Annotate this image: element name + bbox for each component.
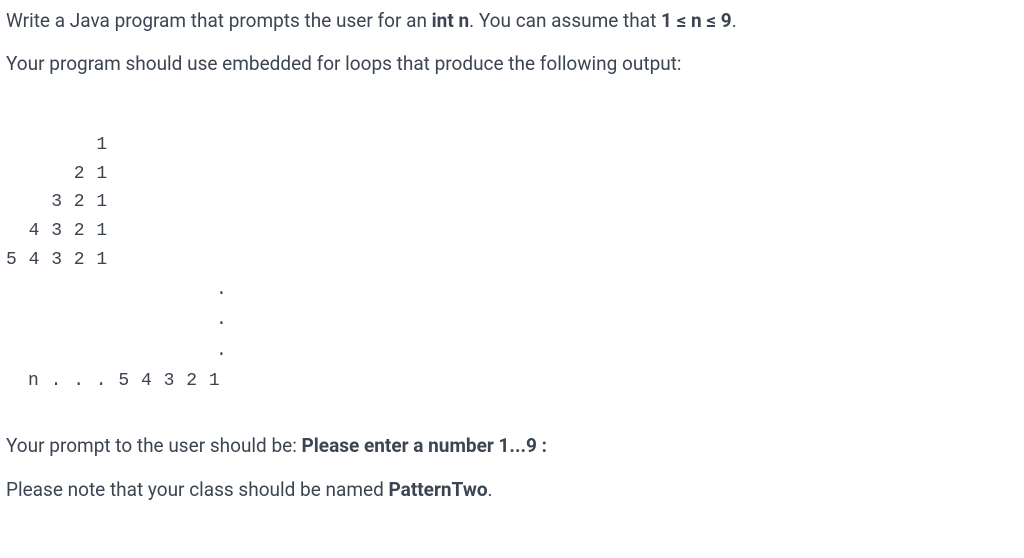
constraint-expression: 1 ≤ n ≤ 9 [661,9,732,32]
dot: . [216,275,1018,306]
text-segment: Your prompt to the user should be: [6,434,302,457]
instruction-paragraph-4: Please note that your class should be na… [6,475,1018,504]
spacer [6,93,1018,111]
dot: . [216,336,1018,367]
text-segment: . You can assume that [469,9,661,32]
prompt-text: Please enter a number 1...9 : [302,434,547,457]
dot: . [216,305,1018,336]
text-segment: Write a Java program that prompts the us… [6,9,432,32]
code-identifier: int n [432,9,469,32]
pattern-final-line: n . . . 5 4 3 2 1 [28,371,220,391]
class-name: PatternTwo [389,478,488,501]
text-segment: . [488,478,493,501]
pattern-line: 4 3 2 1 [6,221,108,241]
pattern-line: 2 1 [6,164,108,184]
instruction-paragraph-1: Write a Java program that prompts the us… [6,6,1018,35]
text-segment: . [732,9,737,32]
pattern-line: 5 4 3 2 1 [6,250,108,270]
instruction-paragraph-2: Your program should use embedded for loo… [6,49,1018,78]
pattern-line: 1 [6,135,108,155]
pattern-line: 3 2 1 [6,192,108,212]
ellipsis-vertical: ... [216,275,1018,367]
text-segment: Please note that your class should be na… [6,478,389,501]
output-pattern-block: 1 2 1 3 2 1 4 3 2 1 5 4 3 2 1 ... n . . .… [6,131,1018,396]
instruction-paragraph-3: Your prompt to the user should be: Pleas… [6,431,1018,460]
spacer [6,413,1018,431]
